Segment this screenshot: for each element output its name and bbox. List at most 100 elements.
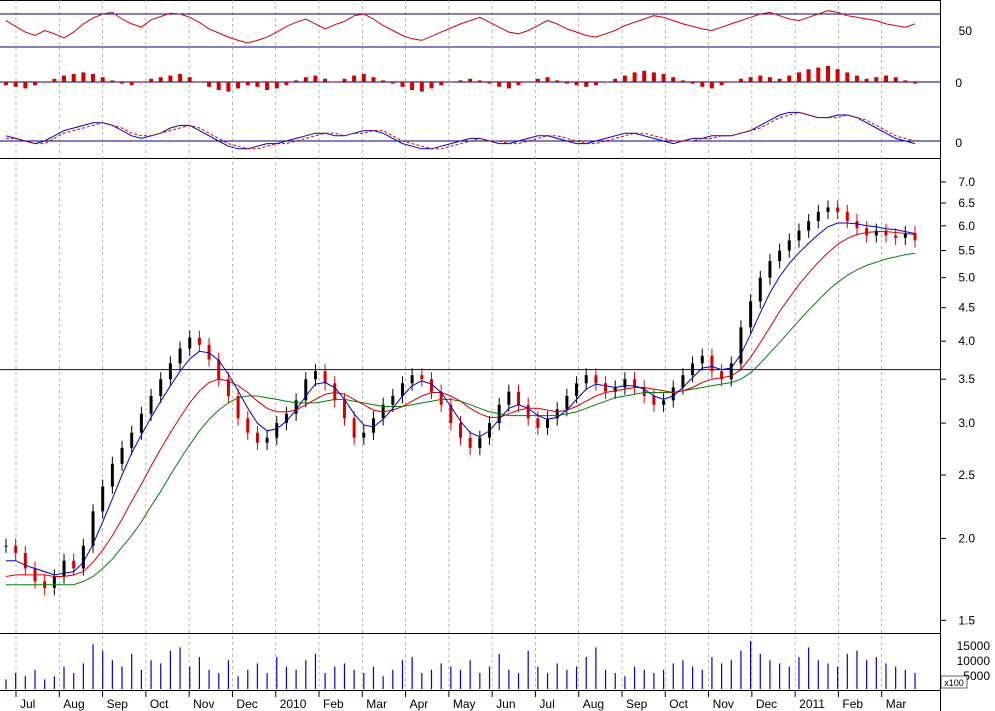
histogram-bar [632,72,637,82]
price-tick-label: 3.0 [958,416,975,430]
histogram-bar [400,82,405,87]
candle-body [787,240,791,251]
histogram-bar [110,80,115,82]
price-tick-label: 5.0 [958,271,975,285]
candle-body [807,221,811,231]
histogram-bar [506,82,511,89]
month-label: 2010 [280,697,307,711]
macd-panel: 0 [0,111,962,150]
month-label: Aug [63,697,84,711]
histogram-bar [855,75,859,82]
histogram-bar [429,82,434,89]
candle-body [120,447,124,464]
stock-chart: 50 0 0 7.0 6.5 6.0 5.5 5.0 4.5 4.0 3.5 3.0 2.5 2.0… [0,0,991,711]
month-label: Nov [713,697,734,711]
histogram-bar [593,82,598,86]
macd-histogram-panel: 0 [0,66,962,92]
candle-body [265,437,269,443]
volume-bars [5,641,916,689]
histogram-bars [4,66,917,92]
candle-body [275,423,279,438]
candle-body [526,404,530,419]
candle-body [149,395,153,414]
candle-body [52,576,56,589]
moving-average-mid [5,231,916,577]
candle-body [536,418,540,428]
histogram-bar [797,72,801,82]
month-label: Nov [193,697,214,711]
histogram-bar [42,82,47,83]
histogram-tick-label: 0 [955,76,962,90]
month-label: Jul [539,697,554,711]
candle-body [391,395,395,405]
candle-body [845,211,849,222]
histogram-bar [303,77,308,82]
month-label: 2011 [799,697,825,711]
histogram-bar [903,80,908,82]
histogram-bar [458,80,463,82]
histogram-bar [826,66,830,82]
month-label: Apr [410,697,429,711]
histogram-bar [265,82,270,90]
candle-body [662,400,666,405]
histogram-bar [187,77,192,82]
price-tick-label: 6.0 [958,219,975,233]
candle-body [855,221,859,229]
histogram-bar [274,82,279,89]
volume-panel: 15000 10000 5000 x100 [5,639,991,689]
panel-frames [0,0,941,711]
histogram-bar [864,78,869,82]
histogram-bar [284,82,289,86]
histogram-bar [913,82,917,84]
candle-body [236,395,240,419]
histogram-bar [410,82,415,90]
price-tick-label: 4.5 [958,301,975,315]
histogram-bar [603,82,608,83]
candle-body [836,207,840,212]
histogram-bar [129,82,134,86]
month-axis: Jul Aug Sep Oct Nov Dec 2010 Feb Mar Apr May Jun Jul… [15,690,906,711]
histogram-bar [729,82,734,83]
month-label: Feb [323,697,344,711]
histogram-bar [381,80,386,82]
histogram-bar [777,78,782,82]
price-candles [4,200,917,596]
candle-body [594,375,598,384]
volume-tick-10000: 10000 [957,654,991,668]
price-tick-label: 1.5 [958,613,975,627]
candle-body [565,395,569,410]
candle-body [255,432,259,443]
month-label: Jun [496,697,515,711]
candle-body [352,418,356,438]
candle-body [865,228,869,236]
histogram-bar [477,80,482,82]
month-label: Jul [20,697,35,711]
histogram-bar [13,82,18,87]
histogram-bar [487,82,492,84]
price-tick-label: 7.0 [958,175,975,189]
candle-body [400,383,404,396]
candle-body [14,545,18,554]
candle-body [517,391,521,405]
histogram-bar [33,82,37,86]
price-tick-label: 2.5 [958,468,975,482]
histogram-bar [197,82,202,83]
histogram-bar [216,82,221,90]
histogram-bar [767,77,772,82]
histogram-bar [390,82,395,84]
candle-body [652,395,656,405]
candle-body [507,391,511,405]
histogram-bar [62,75,66,82]
candle-body [768,261,772,278]
candle-body [323,371,327,384]
candle-body [604,383,608,392]
histogram-bar [245,82,250,86]
histogram-bar [71,74,76,82]
month-label: Oct [150,697,169,711]
histogram-bar [439,82,444,86]
candle-body [362,432,366,438]
histogram-bar [535,78,540,82]
candle-body [168,363,172,380]
candle-body [700,355,704,364]
candle-body [410,375,414,384]
